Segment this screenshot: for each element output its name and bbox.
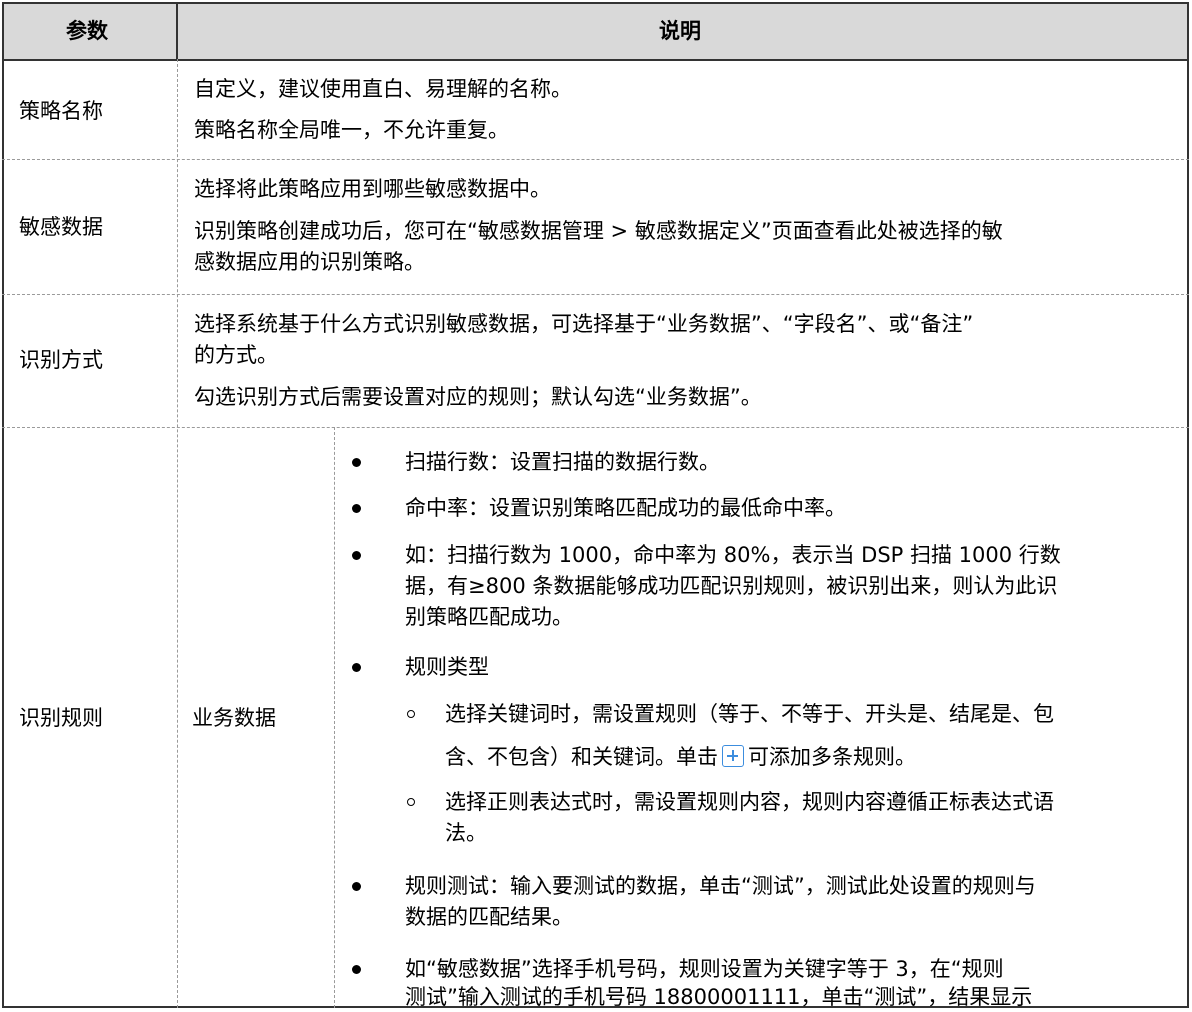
rule-item: 规则类型 bbox=[405, 655, 489, 679]
bullet bbox=[352, 663, 361, 672]
header-desc: 说明 bbox=[659, 19, 701, 43]
parameter-table: 参数 说明 策略名称 自定义，建议使用直白、易理解的名称。 策略名称全局唯一，不… bbox=[2, 2, 1189, 1012]
desc-line: 选择将此策略应用到哪些敏感数据中。 bbox=[194, 177, 551, 201]
desc-line: 勾选识别方式后需要设置对应的规则；默认勾选“业务数据”。 bbox=[194, 385, 762, 409]
rule-sub-item: 选择关键词时，需设置规则（等于、不等于、开头是、结尾是、包 bbox=[445, 702, 1054, 726]
sub-param-business-data: 业务数据 bbox=[192, 706, 276, 730]
desc-line: 的方式。 bbox=[194, 343, 278, 367]
rule-item: 如：扫描行数为 1000，命中率为 80%，表示当 DSP 扫描 1000 行数 bbox=[405, 543, 1061, 567]
rule-item: 别策略匹配成功。 bbox=[405, 605, 573, 629]
table-header bbox=[4, 4, 1187, 59]
sub-bullet bbox=[407, 798, 415, 806]
param-sensitive-data: 敏感数据 bbox=[19, 215, 103, 239]
param-identify-method: 识别方式 bbox=[19, 348, 103, 372]
desc-line: 自定义，建议使用直白、易理解的名称。 bbox=[194, 77, 572, 101]
rule-item: 数据的匹配结果。 bbox=[405, 905, 573, 929]
header-param: 参数 bbox=[66, 19, 108, 43]
rule-item: 如“敏感数据”选择手机号码，规则设置为关键字等于 3，在“规则 bbox=[405, 957, 1004, 981]
param-identify-rule: 识别规则 bbox=[19, 706, 103, 730]
rule-sub-item: 选择正则表达式时，需设置规则内容，规则内容遵循正标表达式语 bbox=[445, 790, 1054, 814]
bullet bbox=[352, 965, 361, 974]
rule-item: 据，有≥800 条数据能够成功匹配识别规则，被识别出来，则认为此识 bbox=[405, 574, 1058, 598]
bullet bbox=[352, 458, 361, 467]
sub-bullet bbox=[407, 710, 415, 718]
desc-line: 识别策略创建成功后，您可在“敏感数据管理 > 敏感数据定义”页面查看此处被选择的… bbox=[194, 219, 1003, 243]
bullet bbox=[352, 504, 361, 513]
rule-sub-item: 法。 bbox=[445, 821, 487, 845]
desc-line: 策略名称全局唯一，不允许重复。 bbox=[194, 118, 509, 142]
desc-line: 选择系统基于什么方式识别敏感数据，可选择基于“业务数据”、“字段名”、或“备注” bbox=[194, 312, 974, 336]
plus-icon bbox=[722, 745, 744, 767]
rule-item: 规则测试：输入要测试的数据，单击“测试”，测试此处设置的规则与 bbox=[405, 874, 1036, 898]
param-strategy-name: 策略名称 bbox=[19, 99, 103, 123]
rule-item: 测试”输入测试的手机号码 18800001111，单击“测试”，结果显示 bbox=[405, 985, 1033, 1009]
keyword-text: 可添加多条规则。 bbox=[748, 745, 916, 769]
bullet bbox=[352, 551, 361, 560]
keyword-text: 含、不包含）和关键词。单击 bbox=[445, 745, 718, 769]
bullet bbox=[352, 882, 361, 891]
rule-sub-item: 含、不包含）和关键词。单击 可添加多条规则。 bbox=[445, 742, 916, 772]
desc-line: 感数据应用的识别策略。 bbox=[194, 250, 425, 274]
rule-item: 扫描行数：设置扫描的数据行数。 bbox=[405, 450, 720, 474]
rule-item: 命中率：设置识别策略匹配成功的最低命中率。 bbox=[405, 496, 846, 520]
